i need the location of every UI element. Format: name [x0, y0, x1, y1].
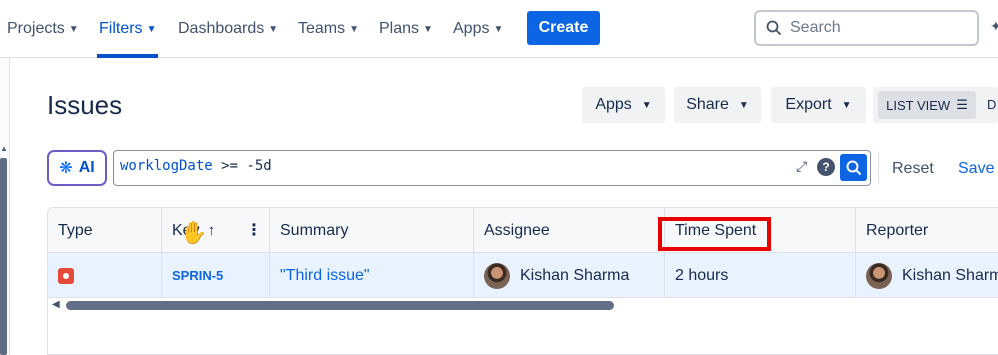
chevron-down-icon: ▼ [349, 23, 360, 35]
apps-button-label: Apps [595, 96, 632, 113]
column-header-assignee[interactable]: Assignee [474, 208, 665, 253]
page-title: Issues [47, 90, 123, 120]
apps-button[interactable]: Apps ▼ [582, 87, 665, 123]
help-icon[interactable]: ? [817, 158, 835, 176]
bug-icon [58, 267, 74, 284]
nav-apps[interactable]: Apps ▼ [453, 0, 503, 58]
nav-filters-label: Filters [99, 20, 143, 37]
export-button-label: Export [785, 96, 832, 113]
horizontal-scrollbar[interactable] [66, 301, 614, 310]
chevron-down-icon: ▼ [268, 23, 279, 35]
reset-button[interactable]: Reset [892, 160, 934, 178]
chevron-down-icon: ▼ [146, 23, 157, 35]
list-view-button[interactable]: LIST VIEW ☰ [878, 91, 976, 119]
highlight-annotation [658, 217, 771, 251]
column-header-summary[interactable]: Summary [270, 208, 474, 253]
cell-assignee[interactable]: Kishan Sharma [474, 253, 665, 298]
nav-projects[interactable]: Projects ▼ [7, 0, 79, 58]
column-header-label: Reporter [866, 221, 929, 239]
avatar [484, 262, 510, 289]
chevron-down-icon: ▼ [68, 23, 79, 35]
nav-dashboards-label: Dashboards [178, 20, 265, 37]
nav-projects-label: Projects [7, 20, 65, 37]
nav-teams[interactable]: Teams ▼ [298, 0, 359, 58]
chevron-down-icon: ▼ [641, 99, 652, 111]
column-header-label: Type [58, 221, 93, 239]
nav-plans-label: Plans [379, 20, 420, 37]
column-header-reporter[interactable]: Reporter [856, 208, 998, 253]
save-filter-button[interactable]: Save f [958, 160, 998, 178]
share-button-label: Share [686, 96, 729, 113]
share-button[interactable]: Share ▼ [674, 87, 761, 123]
avatar [866, 262, 892, 289]
chevron-down-icon: ▼ [841, 99, 852, 111]
chevron-down-icon: ▼ [493, 23, 504, 35]
search-placeholder: Search [790, 19, 841, 36]
jql-field: worklogDate [120, 158, 213, 174]
cell-summary[interactable]: "Third issue" [270, 253, 474, 298]
nav-plans[interactable]: Plans ▼ [379, 0, 433, 58]
more-options-icon[interactable]: ⋮ [246, 220, 262, 240]
nav-dashboards[interactable]: Dashboards ▼ [178, 0, 278, 58]
column-header-label: Summary [280, 221, 349, 239]
ai-label: AI [78, 159, 95, 176]
jql-query-text: worklogDate >= -5d [120, 158, 272, 174]
reporter-name: Kishan Sharma [902, 266, 998, 284]
export-button[interactable]: Export ▼ [771, 87, 866, 123]
divider [878, 152, 879, 184]
table-row[interactable]: SPRIN-5 "Third issue" Kishan Sharma 2 ho… [48, 253, 998, 298]
cell-key[interactable]: SPRIN-5 [162, 253, 270, 298]
sort-ascending-icon[interactable]: ↑ [208, 222, 216, 239]
detail-view-button[interactable]: D [987, 97, 996, 112]
top-navigation: Projects ▼ Filters ▼ Dashboards ▼ Teams … [0, 0, 998, 58]
scroll-up-icon[interactable]: ▲ [0, 144, 8, 153]
cell-reporter[interactable]: Kishan Sharma [856, 253, 998, 298]
nav-apps-label: Apps [453, 20, 490, 37]
vertical-scrollbar[interactable] [0, 158, 7, 355]
search-icon [766, 20, 782, 36]
notifications-icon[interactable]: ✦ [990, 18, 998, 35]
list-view-label: LIST VIEW [886, 97, 951, 113]
chevron-down-icon: ▼ [738, 99, 749, 111]
chevron-down-icon: ▼ [423, 23, 433, 35]
cell-time-spent: 2 hours [665, 253, 856, 298]
hand-cursor-icon: ✋ [180, 220, 208, 245]
jql-operator: >= [221, 158, 239, 174]
nav-filters[interactable]: Filters ▼ [99, 0, 156, 58]
nav-teams-label: Teams [298, 20, 346, 37]
column-header-type[interactable]: Type [48, 208, 162, 253]
global-search-input[interactable]: Search [754, 10, 979, 46]
search-icon [846, 160, 861, 175]
active-nav-indicator [97, 54, 158, 58]
column-header-label: Assignee [484, 221, 550, 239]
ai-button[interactable]: ❋ AI [47, 150, 107, 186]
create-button[interactable]: Create [527, 11, 600, 45]
assignee-name: Kishan Sharma [520, 266, 630, 284]
scroll-left-icon[interactable]: ◀ [52, 299, 60, 310]
run-search-button[interactable] [840, 154, 867, 181]
cell-type [48, 253, 162, 298]
jql-value: -5d [246, 158, 272, 174]
expand-icon[interactable]: ⤢ [796, 158, 807, 175]
sparkle-icon: ❋ [59, 160, 73, 177]
list-icon: ☰ [956, 97, 968, 112]
